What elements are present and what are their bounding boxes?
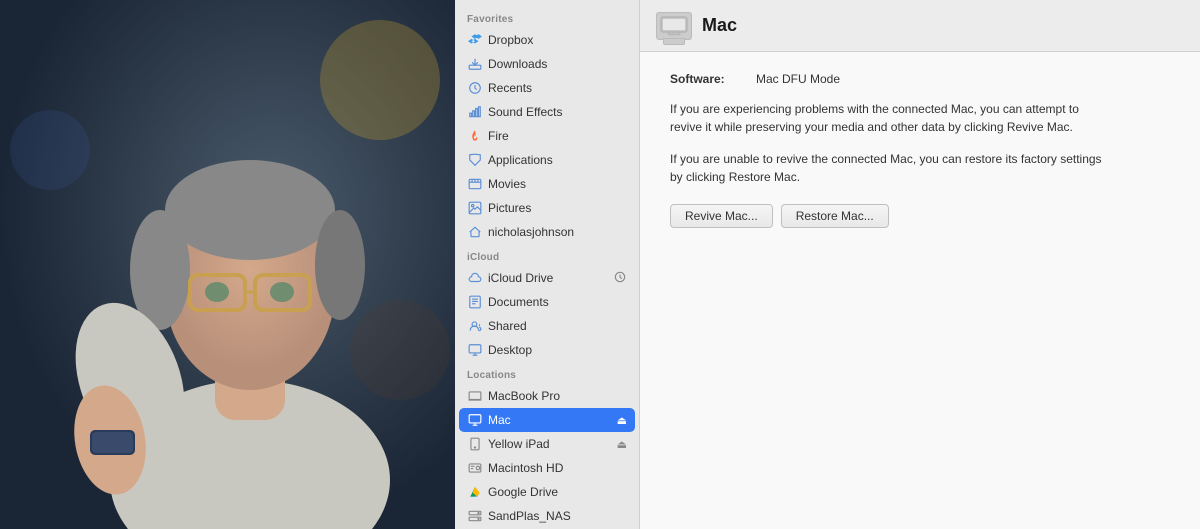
mac-icon-svg bbox=[660, 16, 688, 36]
sidebar-item-sound-effects[interactable]: Sound Effects bbox=[459, 100, 635, 124]
sidebar-item-sandplas-nas[interactable]: SandPlas_NAS bbox=[459, 504, 635, 528]
sidebar-item-google-drive-label: Google Drive bbox=[488, 485, 558, 499]
sidebar-item-applications[interactable]: Applications bbox=[459, 148, 635, 172]
sidebar-item-applications-label: Applications bbox=[488, 153, 553, 167]
mac-device-icon bbox=[656, 12, 692, 40]
sidebar-item-sandplas-nas-label: SandPlas_NAS bbox=[488, 509, 571, 523]
applications-icon bbox=[467, 152, 483, 168]
macintosh-hd-icon bbox=[467, 460, 483, 476]
main-header: Mac bbox=[640, 0, 1200, 52]
macbook-pro-icon bbox=[467, 388, 483, 404]
movies-icon bbox=[467, 176, 483, 192]
person-silhouette bbox=[0, 0, 455, 529]
sidebar-item-fire-label: Fire bbox=[488, 129, 509, 143]
icloud-section-label: iCloud bbox=[455, 244, 639, 266]
sandplas-nas-icon bbox=[467, 508, 483, 524]
sidebar-item-downloads[interactable]: Downloads bbox=[459, 52, 635, 76]
sidebar-item-recents-label: Recents bbox=[488, 81, 532, 95]
sidebar-item-shared-label: Shared bbox=[488, 319, 527, 333]
sidebar-item-pictures[interactable]: Pictures bbox=[459, 196, 635, 220]
favorites-section-label: Favorites bbox=[455, 6, 639, 28]
info-text-restore: If you are unable to revive the connecte… bbox=[670, 150, 1110, 186]
sidebar-item-movies[interactable]: Movies bbox=[459, 172, 635, 196]
main-content: Mac Software: Mac DFU Mode If you are ex… bbox=[640, 0, 1200, 529]
sidebar-item-dropbox-label: Dropbox bbox=[488, 33, 533, 47]
icloud-drive-icon bbox=[467, 270, 483, 286]
revive-mac-button[interactable]: Revive Mac... bbox=[670, 204, 773, 228]
dropbox-icon bbox=[467, 32, 483, 48]
sidebar-item-google-drive[interactable]: Google Drive bbox=[459, 480, 635, 504]
sidebar-item-pictures-label: Pictures bbox=[488, 201, 531, 215]
pictures-icon bbox=[467, 200, 483, 216]
software-row: Software: Mac DFU Mode bbox=[670, 72, 1170, 86]
sidebar-item-yellow-ipad-label: Yellow iPad bbox=[488, 437, 550, 451]
sidebar-item-macintosh-hd[interactable]: Macintosh HD bbox=[459, 456, 635, 480]
sidebar-item-yellow-ipad[interactable]: Yellow iPad ⏏ bbox=[459, 432, 635, 456]
sidebar-item-recents[interactable]: Recents bbox=[459, 76, 635, 100]
sidebar-item-desktop-label: Desktop bbox=[488, 343, 532, 357]
sidebar-item-mac[interactable]: Mac ⏏ bbox=[459, 408, 635, 432]
sidebar-item-documents-label: Documents bbox=[488, 295, 549, 309]
software-label: Software: bbox=[670, 72, 750, 86]
sidebar-item-macbook-pro-label: MacBook Pro bbox=[488, 389, 560, 403]
home-icon bbox=[467, 224, 483, 240]
downloads-icon bbox=[467, 56, 483, 72]
sidebar-item-home-label: nicholasjohnson bbox=[488, 225, 574, 239]
info-text-revive: If you are experiencing problems with th… bbox=[670, 100, 1110, 136]
sidebar-item-macintosh-hd-label: Macintosh HD bbox=[488, 461, 563, 475]
desktop-icon bbox=[467, 342, 483, 358]
sidebar-item-dropbox[interactable]: Dropbox bbox=[459, 28, 635, 52]
sidebar-item-shared[interactable]: Shared bbox=[459, 314, 635, 338]
photo-panel bbox=[0, 0, 455, 529]
sidebar-item-desktop[interactable]: Desktop bbox=[459, 338, 635, 362]
finder-window: Favorites Dropbox Downloads Recents Soun… bbox=[455, 0, 1200, 529]
recents-icon bbox=[467, 80, 483, 96]
restore-mac-button[interactable]: Restore Mac... bbox=[781, 204, 889, 228]
yellow-ipad-icon bbox=[467, 436, 483, 452]
sidebar-item-fire[interactable]: Fire bbox=[459, 124, 635, 148]
sidebar-item-macbook-pro[interactable]: MacBook Pro bbox=[459, 384, 635, 408]
sidebar-item-downloads-label: Downloads bbox=[488, 57, 547, 71]
documents-icon bbox=[467, 294, 483, 310]
mac-eject-icon[interactable]: ⏏ bbox=[617, 414, 627, 427]
sidebar-item-sound-effects-label: Sound Effects bbox=[488, 105, 563, 119]
sidebar-item-icloud-drive[interactable]: iCloud Drive bbox=[459, 266, 635, 290]
main-body: Software: Mac DFU Mode If you are experi… bbox=[640, 52, 1200, 529]
sidebar-item-mac-label: Mac bbox=[488, 413, 511, 427]
google-drive-icon bbox=[467, 484, 483, 500]
sidebar-item-icloud-drive-label: iCloud Drive bbox=[488, 271, 553, 285]
sidebar-item-home[interactable]: nicholasjohnson bbox=[459, 220, 635, 244]
sidebar: Favorites Dropbox Downloads Recents Soun… bbox=[455, 0, 640, 529]
sidebar-item-documents[interactable]: Documents bbox=[459, 290, 635, 314]
button-row: Revive Mac... Restore Mac... bbox=[670, 204, 1170, 228]
mac-location-icon bbox=[467, 412, 483, 428]
sound-effects-icon bbox=[467, 104, 483, 120]
icloud-drive-sync-icon bbox=[613, 270, 627, 287]
shared-icon bbox=[467, 318, 483, 334]
sidebar-item-movies-label: Movies bbox=[488, 177, 526, 191]
software-value: Mac DFU Mode bbox=[756, 72, 840, 86]
fire-icon bbox=[467, 128, 483, 144]
page-title: Mac bbox=[702, 15, 737, 36]
locations-section-label: Locations bbox=[455, 362, 639, 384]
ipad-eject-icon[interactable]: ⏏ bbox=[617, 438, 627, 451]
